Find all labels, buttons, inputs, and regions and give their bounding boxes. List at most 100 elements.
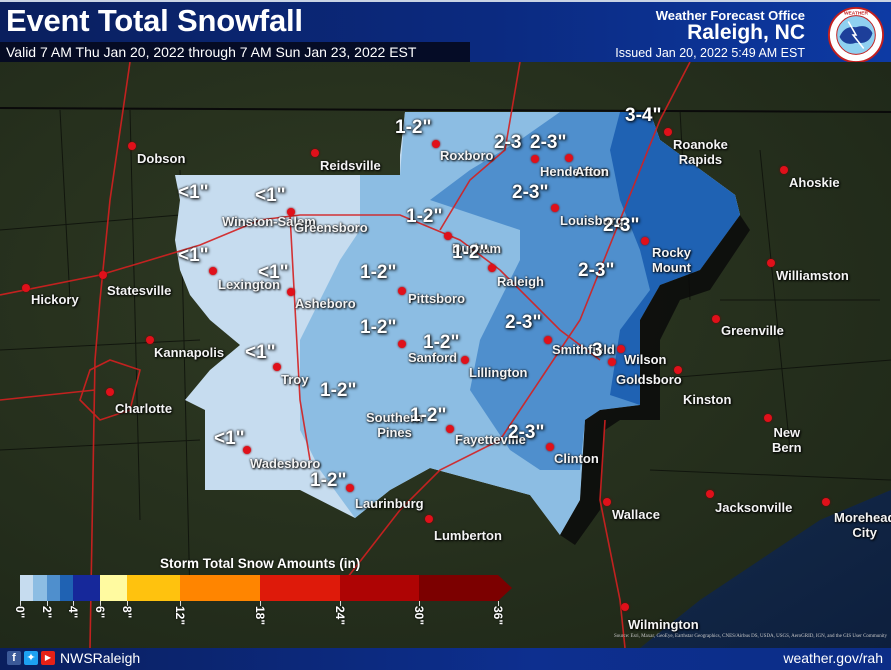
valid-period: Valid 7 AM Thu Jan 20, 2022 through 7 AM… bbox=[6, 44, 417, 60]
city-dot bbox=[444, 232, 452, 240]
city-dot bbox=[822, 498, 830, 506]
city-label-line: Rapids bbox=[678, 152, 723, 167]
city-dot bbox=[311, 149, 319, 157]
legend-swatch bbox=[127, 575, 180, 601]
legend-bar bbox=[20, 575, 520, 601]
city-dot bbox=[641, 237, 649, 245]
city-label: Greenville bbox=[721, 323, 784, 338]
city-label: Morehead City bbox=[834, 510, 891, 540]
legend-tick-label: 24" bbox=[333, 606, 347, 626]
amount-label: 2-3" bbox=[603, 215, 640, 236]
city-dot bbox=[22, 284, 30, 292]
city-label: Pittsboro bbox=[408, 291, 466, 306]
amount-label: 2-3" bbox=[578, 260, 615, 281]
amount-label: 2-3" bbox=[530, 132, 567, 153]
amount-label: 3-4" bbox=[625, 105, 662, 126]
city-dot bbox=[446, 425, 454, 433]
legend-swatch bbox=[33, 575, 47, 601]
website-link[interactable]: weather.gov/rah bbox=[783, 650, 883, 666]
city-label: Roxboro bbox=[440, 148, 494, 163]
city-label: Kinston bbox=[683, 392, 732, 407]
issued-time: Issued Jan 20, 2022 5:49 AM EST bbox=[615, 46, 805, 60]
city-dot bbox=[531, 155, 539, 163]
snowfall-map[interactable]: Dobson Reidsville Roxboro Henderson Afto… bbox=[0, 62, 891, 648]
office-city: Raleigh, NC bbox=[687, 21, 805, 44]
city-label: Wallace bbox=[612, 507, 660, 522]
social-handle[interactable]: NWSRaleigh bbox=[60, 650, 140, 666]
city-label-line: Pines bbox=[377, 425, 412, 440]
city-dot bbox=[425, 515, 433, 523]
city-label: Rocky Mount bbox=[652, 245, 691, 275]
city-label: Statesville bbox=[107, 283, 172, 298]
twitter-icon[interactable]: ✦ bbox=[24, 651, 38, 665]
amount-label: <1" bbox=[255, 185, 286, 206]
amount-label: <1" bbox=[258, 262, 289, 283]
legend-tick-label: 36" bbox=[491, 606, 505, 626]
city-label: Williamston bbox=[776, 268, 849, 283]
legend-tick-label: 12" bbox=[173, 606, 187, 626]
legend-swatch bbox=[20, 575, 33, 601]
map-attribution: Source: Esri, Maxar, GeoEye, Earthstar G… bbox=[614, 634, 887, 639]
amount-label: 1-2" bbox=[360, 317, 397, 338]
city-dot bbox=[128, 142, 136, 150]
youtube-icon[interactable]: ▶ bbox=[41, 651, 55, 665]
city-dot bbox=[780, 166, 788, 174]
amount-label: 1-2" bbox=[452, 242, 489, 263]
city-label: New Bern bbox=[772, 425, 802, 455]
city-label: Raleigh bbox=[497, 274, 544, 289]
header: Event Total Snowfall Valid 7 AM Thu Jan … bbox=[0, 0, 891, 64]
city-dot bbox=[546, 443, 554, 451]
city-dot bbox=[621, 603, 629, 611]
legend-swatch bbox=[260, 575, 340, 601]
city-label: Afton bbox=[575, 164, 609, 179]
amount-label: 1-2" bbox=[406, 206, 443, 227]
city-dot bbox=[209, 267, 217, 275]
city-label-line: New bbox=[773, 425, 801, 440]
amount-label: 1-2" bbox=[320, 380, 357, 401]
amount-label: 2-3" bbox=[512, 182, 549, 203]
legend-swatch bbox=[47, 575, 60, 601]
legend-swatch bbox=[340, 575, 419, 601]
amount-label: 1-2" bbox=[410, 405, 447, 426]
amount-label: 1-2" bbox=[395, 117, 432, 138]
legend-tick-label: 8" bbox=[120, 606, 134, 619]
city-dot bbox=[712, 315, 720, 323]
city-dot bbox=[674, 366, 682, 374]
city-dot bbox=[398, 287, 406, 295]
city-label: Hickory bbox=[31, 292, 79, 307]
city-label-line: Mount bbox=[652, 260, 691, 275]
facebook-icon[interactable]: f bbox=[7, 651, 21, 665]
city-dot bbox=[106, 388, 114, 396]
legend-tick-label: 4" bbox=[66, 606, 80, 619]
city-dot bbox=[461, 356, 469, 364]
city-dot bbox=[608, 358, 616, 366]
legend-swatch bbox=[419, 575, 498, 601]
city-label: Wilson bbox=[624, 352, 667, 367]
footer: f ✦ ▶ NWSRaleigh weather.gov/rah bbox=[0, 648, 891, 670]
city-dot bbox=[544, 336, 552, 344]
city-label: Laurinburg bbox=[355, 496, 424, 511]
legend-swatch bbox=[73, 575, 100, 601]
legend-swatch bbox=[100, 575, 127, 601]
legend-arrow bbox=[498, 575, 512, 601]
city-dot bbox=[488, 264, 496, 272]
amount-label: <1" bbox=[178, 182, 209, 203]
city-label: Kannapolis bbox=[154, 345, 225, 360]
city-dot bbox=[146, 336, 154, 344]
city-label: Dobson bbox=[137, 151, 186, 166]
city-dot bbox=[565, 154, 573, 162]
amount-label: <1" bbox=[245, 342, 276, 363]
city-dot bbox=[99, 271, 107, 279]
city-dot bbox=[767, 259, 775, 267]
city-dot bbox=[551, 204, 559, 212]
city-dot bbox=[346, 484, 354, 492]
legend-tick-label: 18" bbox=[253, 606, 267, 626]
city-dot bbox=[273, 363, 281, 371]
amount-label: 2-3 bbox=[494, 132, 522, 153]
city-dot bbox=[706, 490, 714, 498]
city-label: Clinton bbox=[554, 451, 599, 466]
city-dot bbox=[287, 288, 295, 296]
city-label-line: Rocky bbox=[652, 245, 692, 260]
city-label: Ahoskie bbox=[789, 175, 840, 190]
city-dot bbox=[764, 414, 772, 422]
